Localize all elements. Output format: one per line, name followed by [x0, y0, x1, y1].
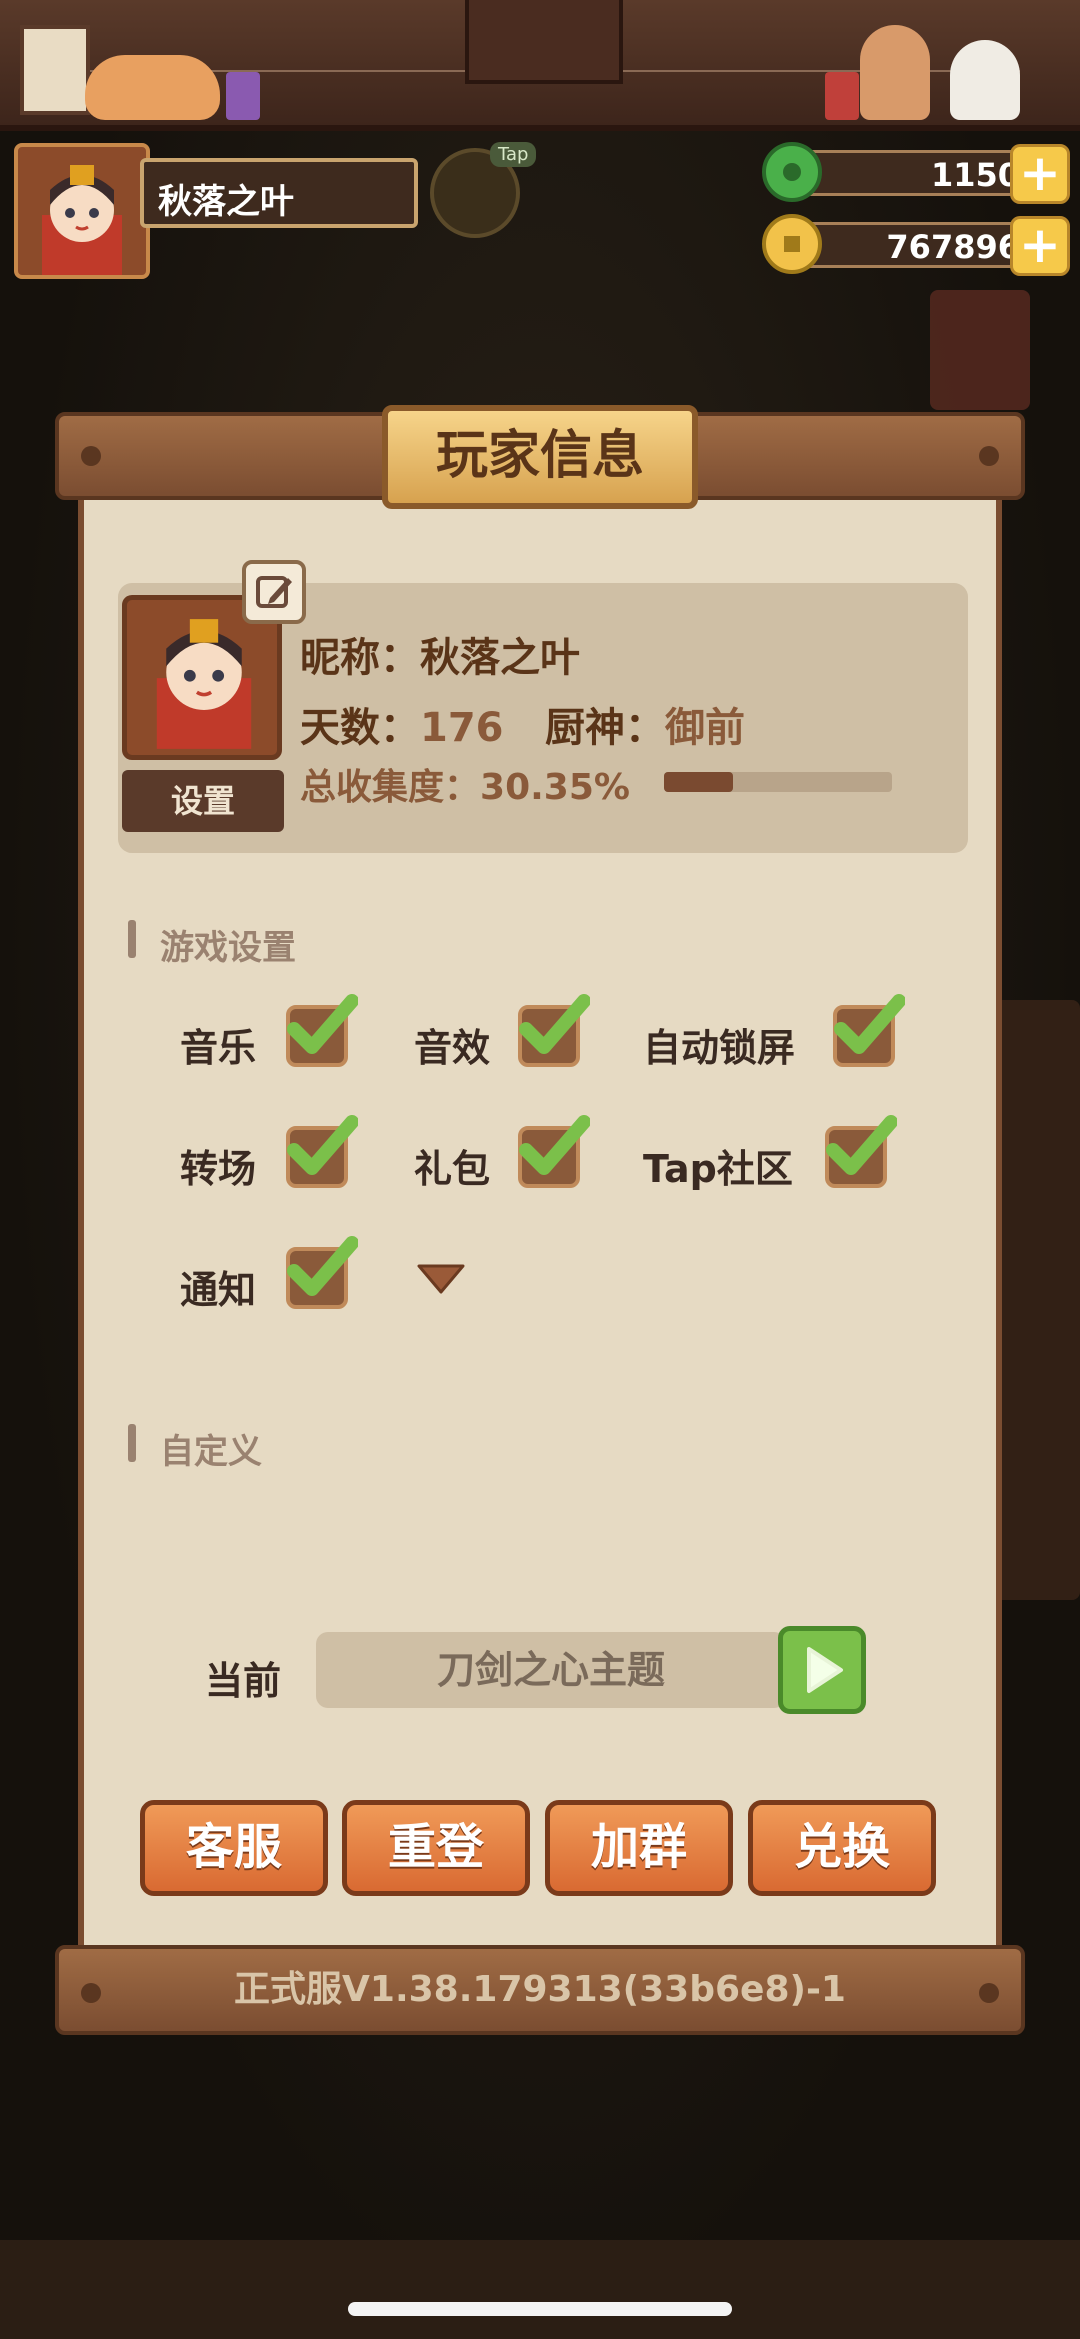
- chef-avatar-icon: [156, 619, 252, 749]
- chef-row: 厨神：御前: [545, 695, 745, 753]
- collection-value: 30.35%: [480, 767, 630, 808]
- auto-lock-checkbox[interactable]: [833, 994, 905, 1067]
- option-label: 礼包: [414, 1147, 491, 1191]
- coin-amount: 767896: [886, 228, 1020, 266]
- ghost-figure-deco: [950, 40, 1020, 120]
- player-name: 秋落之叶: [158, 182, 294, 222]
- current-theme-field[interactable]: 刀剑之心主题: [316, 1632, 786, 1708]
- nail-icon: [979, 446, 999, 466]
- check-icon: [826, 1115, 897, 1175]
- chef-value: 御前: [665, 705, 745, 751]
- option-label: 音效: [414, 1026, 491, 1070]
- option-label: 自动锁屏: [643, 1026, 796, 1070]
- current-theme-label: 当前: [205, 1659, 282, 1703]
- check-icon: [834, 994, 905, 1054]
- add-jade-button[interactable]: +: [1010, 144, 1070, 204]
- check-icon: [287, 994, 358, 1054]
- player-name-box[interactable]: 秋落之叶: [140, 158, 418, 228]
- coin-icon: [762, 214, 822, 274]
- option-label: 音乐: [180, 1026, 257, 1070]
- side-lantern-deco: [930, 290, 1030, 410]
- coin-currency: 767896 +: [760, 212, 1070, 276]
- customer-service-button[interactable]: 客服: [140, 1800, 328, 1896]
- join-group-button[interactable]: 加群: [545, 1800, 733, 1896]
- boy-figure-deco: [860, 25, 930, 120]
- check-icon: [519, 1115, 590, 1175]
- nail-icon: [979, 1983, 999, 2003]
- nickname-value: 秋落之叶: [420, 635, 580, 681]
- check-icon: [287, 1115, 358, 1175]
- collection-progress-fill: [664, 772, 734, 792]
- theme-play-button[interactable]: [778, 1626, 866, 1714]
- custom-heading: 自定义: [160, 1432, 262, 1472]
- nail-icon: [81, 1983, 101, 2003]
- expand-more-icon[interactable]: [415, 1262, 467, 1296]
- collection-progress-bar: [664, 772, 892, 792]
- days-row: 天数：176: [300, 695, 504, 753]
- edit-icon: [256, 576, 292, 608]
- bottom-strip: [0, 2240, 1080, 2339]
- chef-avatar-icon: [42, 165, 122, 275]
- jade-icon: [762, 142, 822, 202]
- avatar-settings-button[interactable]: 设置: [122, 770, 284, 832]
- top-shelf: [0, 0, 1080, 131]
- character-portrait-frame: [465, 0, 623, 84]
- sound-checkbox[interactable]: [518, 994, 590, 1067]
- add-coin-button[interactable]: +: [1010, 216, 1070, 276]
- days-label: 天数：: [300, 705, 420, 751]
- option-label: 通知: [180, 1268, 257, 1312]
- music-checkbox[interactable]: [286, 994, 358, 1067]
- collection-row: 总收集度：30.35%: [300, 758, 630, 810]
- panel-title-plaque: 玩家信息: [382, 405, 698, 509]
- purple-jar-deco: [226, 72, 260, 120]
- home-indicator[interactable]: [348, 2302, 732, 2316]
- days-value: 176: [420, 705, 504, 751]
- redeem-button[interactable]: 兑换: [748, 1800, 936, 1896]
- section-marker: [128, 920, 136, 958]
- nickname-row: 昵称：秋落之叶: [300, 625, 580, 683]
- jade-amount: 1150: [930, 156, 1020, 194]
- cat-deco: [85, 55, 220, 120]
- collection-label: 总收集度：: [300, 767, 481, 808]
- notification-checkbox[interactable]: [286, 1236, 358, 1309]
- edit-profile-button[interactable]: [242, 560, 306, 624]
- tap-badge: Tap: [490, 142, 537, 167]
- play-icon: [807, 1647, 843, 1693]
- transition-checkbox[interactable]: [286, 1115, 358, 1188]
- hanging-scroll-deco: [20, 25, 90, 115]
- relogin-button[interactable]: 重登: [342, 1800, 530, 1896]
- check-icon: [519, 994, 590, 1054]
- option-label: Tap社区: [643, 1147, 793, 1191]
- gift-checkbox[interactable]: [518, 1115, 590, 1188]
- red-jar-deco: [825, 72, 859, 120]
- version-label: 正式服V1.38.179313(33b6e8)-1: [234, 1969, 846, 2010]
- tap-community-checkbox[interactable]: [825, 1115, 897, 1188]
- nail-icon: [81, 446, 101, 466]
- option-label: 转场: [180, 1147, 257, 1191]
- check-icon: [287, 1236, 358, 1296]
- section-marker: [128, 1424, 136, 1462]
- panel-bottom-beam: 正式服V1.38.179313(33b6e8)-1: [55, 1945, 1025, 2035]
- panel-title: 玩家信息: [435, 426, 644, 486]
- chef-label: 厨神：: [545, 705, 665, 751]
- jade-currency: 1150 +: [760, 140, 1070, 204]
- nickname-label: 昵称：: [300, 635, 420, 681]
- player-avatar[interactable]: [14, 143, 150, 279]
- game-settings-heading: 游戏设置: [160, 928, 296, 968]
